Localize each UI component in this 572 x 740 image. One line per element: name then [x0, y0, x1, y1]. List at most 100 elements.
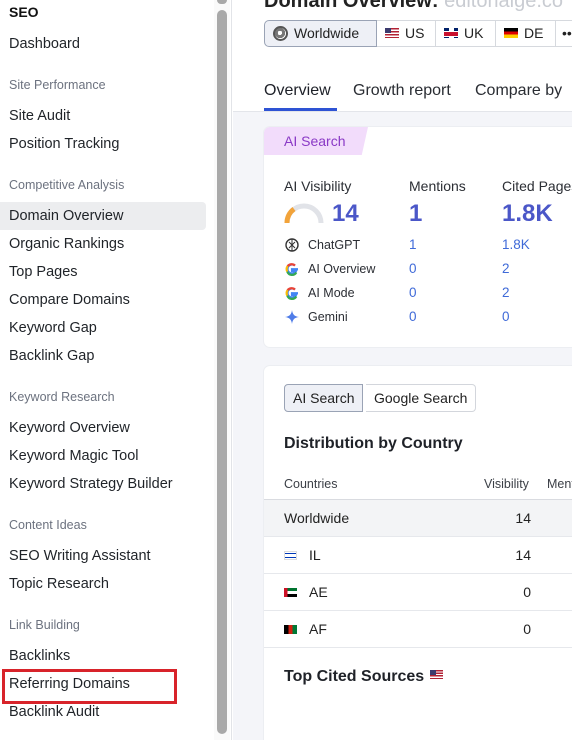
country-visibility: 14	[515, 510, 531, 526]
sidebar-title: SEO	[9, 4, 39, 20]
google-icon	[285, 286, 298, 300]
table-row-il[interactable]: IL 14	[264, 537, 572, 574]
israel-flag-icon	[284, 550, 297, 560]
section-site-performance: Site Performance	[9, 78, 106, 92]
distribution-title: Distribution by Country	[284, 435, 463, 452]
ai-visibility-value: 14	[332, 200, 359, 227]
engine-row-ai-overview: AI Overview	[284, 260, 375, 278]
active-tab-indicator	[264, 108, 337, 111]
engine-name-ai-mode: AI Mode	[308, 286, 355, 300]
tab-overview[interactable]: Overview	[264, 82, 331, 100]
ai-search-chip: AI Search	[264, 127, 368, 155]
section-competitive-analysis: Competitive Analysis	[9, 178, 125, 192]
sidebar-item-seo-writing-assistant[interactable]: SEO Writing Assistant	[0, 542, 206, 570]
country-cell: IL	[284, 547, 321, 563]
db-de-label: DE	[524, 25, 544, 41]
more-dots-icon: ••	[562, 25, 572, 41]
mentions-value[interactable]: 1	[409, 200, 422, 228]
page-title: Domain Overview: editorialge.co	[264, 0, 563, 13]
engine-name-chatgpt: ChatGPT	[308, 238, 361, 252]
country-visibility: 14	[515, 547, 531, 563]
page-header: Domain Overview: editorialge.co Worldwid…	[233, 0, 572, 112]
sidebar-item-keyword-gap[interactable]: Keyword Gap	[0, 314, 206, 342]
sidebar-item-site-audit[interactable]: Site Audit	[0, 102, 206, 130]
ai-overview-cited[interactable]: 2	[502, 261, 510, 276]
sidebar-item-domain-overview[interactable]: Domain Overview	[0, 202, 206, 230]
sidebar-scrollbar-thumb[interactable]	[217, 10, 227, 734]
us-flag-icon	[385, 28, 399, 39]
de-flag-icon	[504, 28, 518, 39]
page-title-domain: editorialge.co	[444, 0, 564, 12]
top-cited-sources-title: Top Cited Sources	[284, 668, 444, 686]
google-icon	[285, 262, 298, 276]
chatgpt-cited[interactable]: 1.8K	[502, 237, 530, 252]
ai-overview-mentions[interactable]: 0	[409, 261, 417, 276]
sidebar: SEO Dashboard Site Performance Site Audi…	[0, 0, 232, 740]
table-row-af[interactable]: AF 0	[264, 611, 572, 648]
sidebar-item-topic-research[interactable]: Topic Research	[0, 570, 206, 598]
column-header-countries[interactable]: Countries	[284, 477, 338, 491]
section-keyword-research: Keyword Research	[9, 390, 115, 404]
sidebar-item-keyword-overview[interactable]: Keyword Overview	[0, 414, 206, 442]
us-flag-icon	[430, 670, 444, 680]
sidebar-item-backlink-gap[interactable]: Backlink Gap	[0, 342, 206, 370]
sidebar-item-backlinks[interactable]: Backlinks	[0, 642, 206, 670]
ai-mode-mentions[interactable]: 0	[409, 285, 417, 300]
db-us-label: US	[405, 25, 425, 41]
gemini-mentions[interactable]: 0	[409, 309, 417, 324]
country-name: AF	[309, 621, 327, 637]
db-more-button[interactable]: ••	[556, 20, 572, 47]
engine-row-ai-mode: AI Mode	[284, 284, 355, 302]
country-name: Worldwide	[284, 510, 350, 526]
toggle-google-search[interactable]: Google Search	[366, 384, 477, 412]
engine-row-gemini: Gemini	[284, 308, 348, 326]
sidebar-item-keyword-magic-tool[interactable]: Keyword Magic Tool	[0, 442, 206, 470]
gemini-cited[interactable]: 0	[502, 309, 510, 324]
sidebar-item-organic-rankings[interactable]: Organic Rankings	[0, 230, 206, 258]
country-visibility: 0	[523, 621, 531, 637]
chatgpt-icon	[285, 238, 299, 252]
page-title-label: Domain Overview:	[264, 0, 439, 12]
ai-mode-cited[interactable]: 2	[502, 285, 510, 300]
chatgpt-mentions[interactable]: 1	[409, 237, 417, 252]
toggle-ai-search[interactable]: AI Search	[284, 384, 364, 412]
ai-search-card: AI Search AI Visibility 14 Mentions 1 Ci…	[264, 127, 572, 347]
db-uk-button[interactable]: UK	[436, 20, 496, 47]
table-row-ae[interactable]: AE 0	[264, 574, 572, 611]
column-header-visibility[interactable]: Visibility	[484, 477, 529, 491]
country-name: AE	[309, 584, 328, 600]
country-visibility: 0	[523, 584, 531, 600]
db-us-button[interactable]: US	[377, 20, 436, 47]
sidebar-item-backlink-audit[interactable]: Backlink Audit	[0, 698, 206, 726]
distribution-card: AI Search Google Search Distribution by …	[264, 366, 572, 740]
engine-name-gemini: Gemini	[308, 310, 348, 324]
country-name: IL	[309, 547, 321, 563]
sidebar-item-compare-domains[interactable]: Compare Domains	[0, 286, 206, 314]
cited-pages-label: Cited Pages	[502, 178, 572, 194]
globe-icon	[273, 25, 288, 41]
uk-flag-icon	[444, 28, 458, 39]
afghanistan-flag-icon	[284, 624, 297, 634]
engine-name-ai-overview: AI Overview	[308, 262, 376, 276]
sidebar-item-position-tracking[interactable]: Position Tracking	[0, 130, 206, 158]
visibility-gauge-icon	[284, 203, 324, 224]
column-header-mentions[interactable]: Mentions	[547, 477, 572, 491]
sidebar-item-dashboard[interactable]: Dashboard	[0, 30, 206, 58]
tab-growth-report[interactable]: Growth report	[353, 82, 451, 100]
section-link-building: Link Building	[9, 618, 80, 632]
ai-visibility-label: AI Visibility	[284, 178, 352, 194]
db-worldwide-label: Worldwide	[294, 25, 360, 41]
mentions-label: Mentions	[409, 178, 466, 194]
uae-flag-icon	[284, 587, 297, 597]
sidebar-item-keyword-strategy-builder[interactable]: Keyword Strategy Builder	[0, 470, 206, 498]
tab-compare-by[interactable]: Compare by	[475, 82, 562, 100]
sidebar-item-referring-domains[interactable]: Referring Domains	[0, 670, 206, 698]
db-worldwide-button[interactable]: Worldwide	[264, 20, 377, 47]
engine-row-chatgpt: ChatGPT	[284, 236, 360, 254]
db-de-button[interactable]: DE	[496, 20, 556, 47]
cited-pages-value[interactable]: 1.8K	[502, 200, 553, 228]
section-content-ideas: Content Ideas	[9, 518, 87, 532]
sidebar-item-top-pages[interactable]: Top Pages	[0, 258, 206, 286]
table-row-worldwide[interactable]: Worldwide 14	[264, 500, 572, 537]
db-uk-label: UK	[464, 25, 484, 41]
